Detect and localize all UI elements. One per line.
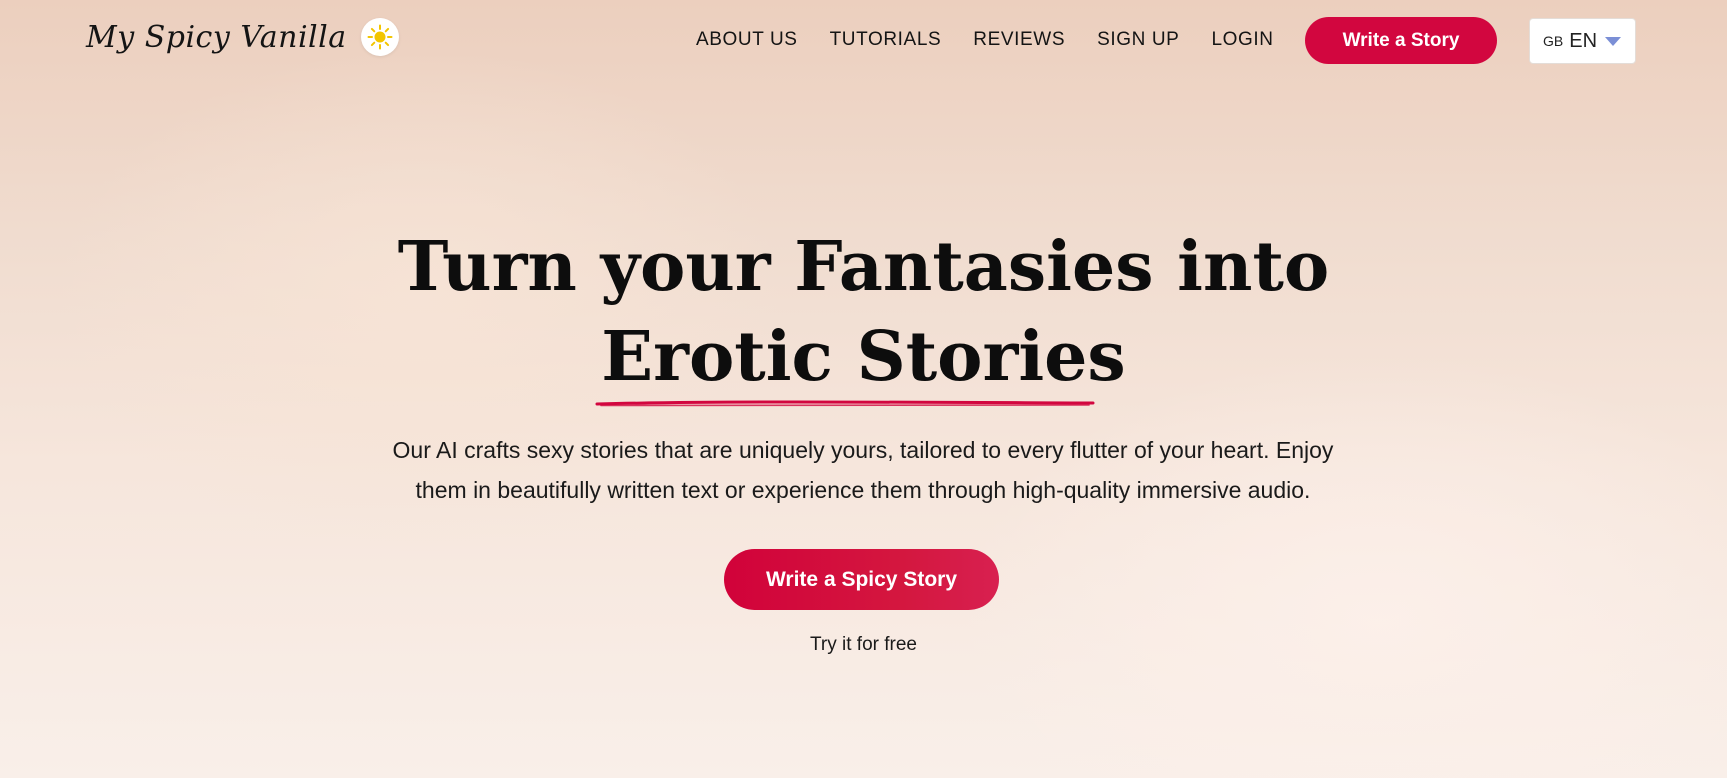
brush-underline-icon (595, 400, 1095, 407)
hero-title-highlight: Erotic Stories (595, 312, 1126, 407)
theme-toggle-button[interactable] (360, 18, 399, 56)
try-for-free-note: Try it for free (810, 634, 917, 655)
hero-title-line-2: Erotic Stories (601, 317, 1126, 397)
nav-sign-up[interactable]: SIGN UP (1097, 29, 1179, 51)
hero-title-line-2-wrap: Erotic Stories (0, 312, 1727, 407)
hero-subtitle-line-1: Our AI crafts sexy stories that are uniq… (392, 437, 1334, 463)
nav-tutorials[interactable]: TUTORIALS (830, 29, 942, 51)
chevron-down-icon (1605, 37, 1621, 46)
nav-reviews[interactable]: REVIEWS (973, 29, 1065, 51)
write-a-spicy-story-button[interactable]: Write a Spicy Story (724, 549, 999, 610)
write-a-story-button[interactable]: Write a Story (1305, 17, 1497, 64)
hero-subtitle-line-2: them in beautifully written text or expe… (415, 477, 1311, 503)
hero-title: Turn your Fantasies into Erotic Stories (0, 222, 1727, 407)
logo-text: My Spicy Vanilla (86, 19, 347, 55)
site-header: My Spicy Vanilla ABOUT US TUTORIALS REVI… (0, 0, 1727, 80)
hero-title-line-1: Turn your Fantasies into (397, 227, 1330, 307)
main-nav: ABOUT US TUTORIALS REVIEWS SIGN UP LOGIN (680, 20, 1290, 60)
sun-icon (367, 24, 393, 50)
hero-subtitle: Our AI crafts sexy stories that are uniq… (313, 430, 1413, 510)
language-code: EN (1569, 29, 1598, 52)
flag-icon: GB (1543, 33, 1564, 49)
logo[interactable]: My Spicy Vanilla (86, 12, 399, 62)
language-select[interactable]: GB EN (1529, 18, 1636, 64)
nav-login[interactable]: LOGIN (1211, 29, 1273, 51)
nav-about-us[interactable]: ABOUT US (696, 29, 798, 51)
